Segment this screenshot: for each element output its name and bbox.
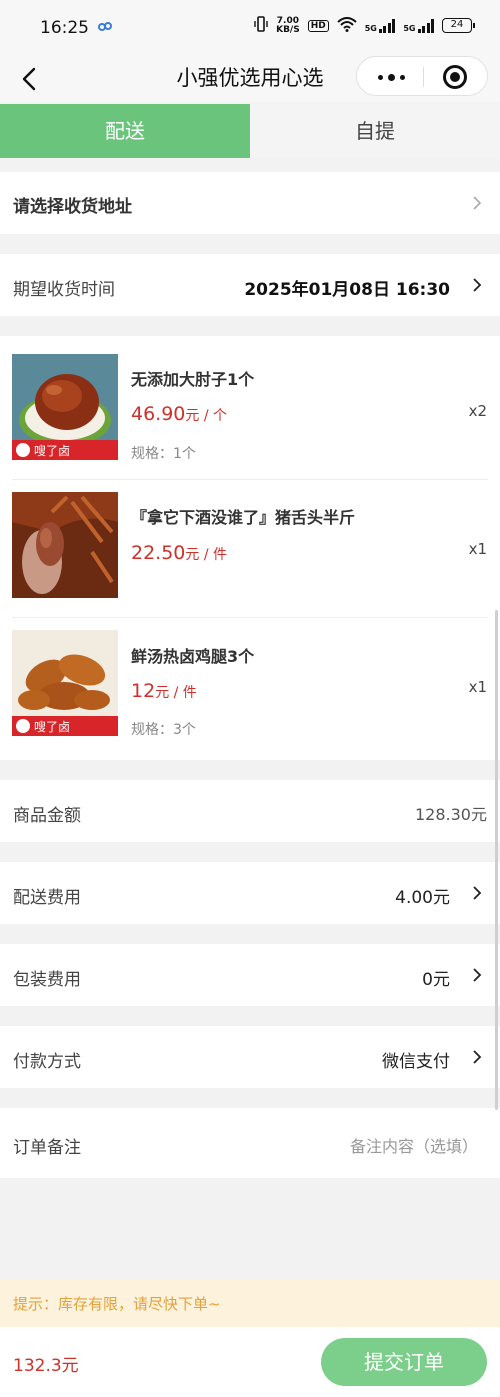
packing-fee-value: 0元 — [422, 970, 450, 990]
product-price: 46.90元 / 个 — [131, 403, 227, 425]
list-item[interactable]: 『拿它下酒没谁了』猪舌头半斤 22.50元 / 件 x1 — [0, 480, 500, 620]
price-unit: 元 / 件 — [185, 547, 228, 563]
product-name: 『拿它下酒没谁了』猪舌头半斤 — [131, 508, 356, 527]
hd-badge: HD — [307, 19, 329, 32]
status-time: 16:25 — [40, 18, 89, 38]
chevron-right-icon — [470, 278, 484, 292]
product-qty: x1 — [468, 678, 487, 696]
tab-pickup[interactable]: 自提 — [250, 104, 500, 158]
signal-1-label: 5G — [364, 23, 377, 33]
miniprogram-capsule — [356, 56, 488, 96]
checkout-bar: 132.3元 提交订单 — [0, 1327, 500, 1397]
product-name: 鲜汤热卤鸡腿3个 — [131, 647, 255, 666]
remark-label: 订单备注 — [13, 1138, 81, 1158]
status-indicators: 7.00 KB/S HD 5G 5G 24 — [254, 16, 475, 35]
price-value: 46.90 — [131, 403, 186, 425]
price-value: 12 — [131, 680, 156, 702]
cloud-icon — [98, 20, 112, 35]
product-image: 嗖了卤 — [12, 354, 118, 460]
list-item[interactable]: 嗖了卤 无添加大肘子1个 46.90元 / 个 规格：1个 x2 — [0, 336, 500, 476]
payment-value: 微信支付 — [382, 1052, 450, 1072]
remark-input[interactable]: 备注内容（选填） — [350, 1133, 478, 1157]
signal-bars-icon — [378, 18, 396, 33]
goods-amount-label: 商品金额 — [13, 806, 81, 826]
capsule-divider — [423, 67, 424, 87]
delivery-time-label: 期望收货时间 — [13, 280, 115, 300]
packing-fee-row[interactable]: 包装费用 0元 — [0, 944, 500, 1006]
payment-method-row[interactable]: 付款方式 微信支付 — [0, 1026, 500, 1088]
brand-text: 嗖了卤 — [34, 444, 70, 458]
signal-2: 5G — [403, 18, 434, 33]
chevron-right-icon — [470, 196, 484, 210]
product-image — [12, 492, 118, 598]
delivery-fee-value: 4.00元 — [395, 888, 450, 908]
goods-amount-value: 128.30元 — [415, 805, 487, 824]
brand-text: 嗖了卤 — [34, 720, 70, 734]
stock-tip-bar: 提示：库存有限，请尽快下单~ — [0, 1279, 500, 1327]
price-unit: 元 / 件 — [155, 685, 197, 701]
product-spec: 规格：3个 — [131, 722, 196, 738]
product-image: 嗖了卤 — [12, 630, 118, 736]
scrollbar[interactable] — [495, 610, 498, 1110]
tab-delivery[interactable]: 配送 — [0, 104, 250, 158]
delivery-time-value: 2025年01月08日 16:30 — [244, 280, 450, 300]
list-item[interactable]: 嗖了卤 鲜汤热卤鸡腿3个 12元 / 件 规格：3个 x1 — [0, 618, 500, 758]
payment-label: 付款方式 — [13, 1052, 81, 1072]
product-qty: x1 — [468, 540, 487, 558]
goods-amount-row: 商品金额 128.30元 — [0, 780, 500, 842]
signal-1: 5G — [364, 18, 396, 33]
price-value: 22.50 — [131, 542, 186, 564]
product-name: 无添加大肘子1个 — [131, 370, 255, 389]
signal-bars-icon — [417, 18, 434, 33]
signal-2-label: 5G — [403, 23, 416, 33]
address-row[interactable]: 请选择收货地址 — [0, 172, 500, 234]
battery-icon: 24 — [442, 18, 475, 33]
product-price: 22.50元 / 件 — [131, 542, 227, 564]
tip-text: 提示：库存有限，请尽快下单~ — [13, 1295, 221, 1313]
chevron-right-icon — [470, 1050, 484, 1064]
delivery-mode-tabs: 配送 自提 — [0, 104, 500, 158]
status-bar: 16:25 7.00 KB/S HD 5G 5G 24 — [0, 0, 500, 56]
network-speed: 7.00 KB/S — [276, 16, 300, 35]
chevron-right-icon — [470, 968, 484, 982]
packing-fee-label: 包装费用 — [13, 970, 81, 990]
delivery-time-row[interactable]: 期望收货时间 2025年01月08日 16:30 — [0, 254, 500, 316]
chevron-right-icon — [470, 886, 484, 900]
delivery-fee-row[interactable]: 配送费用 4.00元 — [0, 862, 500, 924]
network-speed-unit: KB/S — [276, 24, 300, 35]
vibrate-icon — [254, 16, 268, 35]
wifi-icon — [337, 16, 357, 35]
total-amount: 132.3元 — [13, 1356, 79, 1376]
delivery-fee-label: 配送费用 — [13, 888, 81, 908]
product-spec: 规格：1个 — [131, 446, 196, 462]
order-remark-row: 订单备注 备注内容（选填） — [0, 1108, 500, 1178]
product-price: 12元 / 件 — [131, 680, 197, 702]
product-qty: x2 — [468, 402, 487, 420]
address-label: 请选择收货地址 — [13, 197, 132, 217]
product-list: 嗖了卤 无添加大肘子1个 46.90元 / 个 规格：1个 x2 『拿它下酒没谁… — [0, 336, 500, 760]
close-circle-icon[interactable] — [443, 65, 467, 89]
nav-bar: 小强优选用心选 — [0, 56, 500, 102]
submit-order-button[interactable]: 提交订单 — [321, 1338, 487, 1386]
price-unit: 元 / 个 — [185, 408, 228, 424]
more-dots-icon[interactable] — [371, 63, 411, 91]
